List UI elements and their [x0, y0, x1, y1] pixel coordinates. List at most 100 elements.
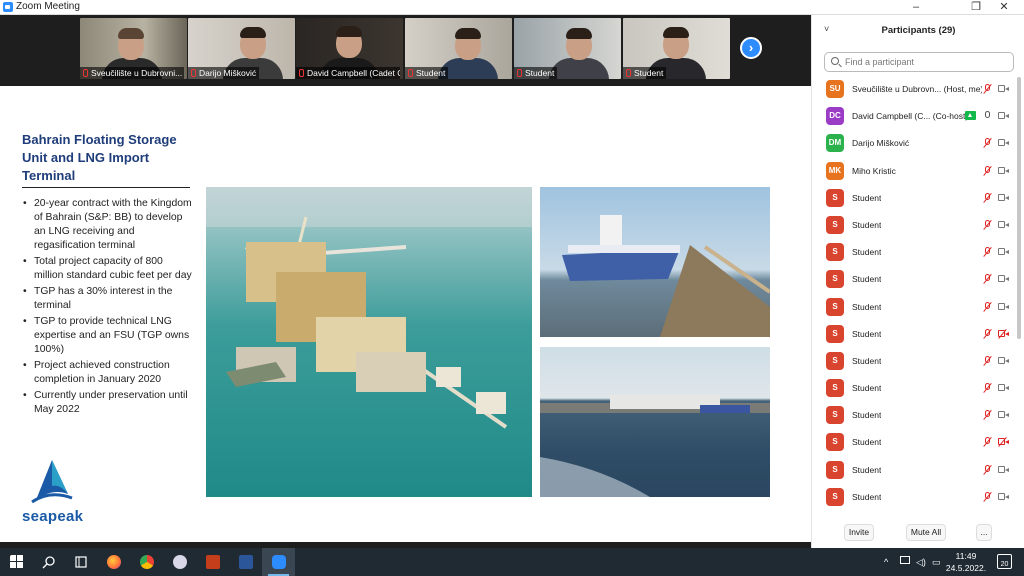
participant-row[interactable]: S Student [812, 240, 1015, 267]
muted-mic-icon[interactable] [983, 247, 992, 258]
participant-row[interactable]: S Student [812, 295, 1015, 322]
close-button[interactable]: ✕ [984, 0, 1024, 15]
powerpoint-taskbar-button[interactable] [196, 548, 229, 576]
zoom-icon [272, 555, 286, 569]
muted-mic-icon[interactable] [983, 328, 992, 339]
participant-row[interactable]: S Student [812, 458, 1015, 485]
tray-overflow-icon[interactable]: ^ [884, 557, 888, 567]
bullet-item: 20-year contract with the Kingdom of Bah… [22, 197, 192, 253]
video-camera-icon[interactable] [998, 275, 1009, 283]
video-camera-icon[interactable] [998, 166, 1009, 175]
muted-mic-icon[interactable] [983, 437, 992, 448]
mic-icon[interactable] [983, 111, 992, 121]
participant-row[interactable]: DC David Campbell (C... (Co-host) [812, 104, 1015, 131]
participant-avatar: S [826, 270, 844, 289]
participant-avatar: S [826, 215, 844, 234]
muted-mic-icon[interactable] [983, 355, 992, 366]
participant-name: Student [852, 491, 882, 502]
person-hair [566, 28, 592, 39]
video-tile[interactable]: Darijo Mišković [188, 18, 295, 79]
video-camera-icon[interactable] [998, 85, 1009, 93]
participant-row[interactable]: MK Miho Kristic [812, 159, 1015, 186]
video-tile[interactable]: Student [514, 18, 621, 79]
volume-icon[interactable]: ◁) [916, 557, 926, 568]
video-camera-icon[interactable] [998, 411, 1009, 419]
video-camera-icon[interactable] [998, 248, 1009, 256]
participant-row[interactable]: DM Darijo Mišković [812, 131, 1015, 158]
word-icon [239, 555, 253, 569]
muted-mic-icon[interactable] [983, 491, 992, 502]
video-off-icon[interactable] [998, 329, 1009, 338]
participant-row[interactable]: S Student [812, 485, 1015, 512]
participant-avatar: S [826, 324, 844, 343]
muted-mic-icon[interactable] [983, 301, 992, 312]
participant-row[interactable]: S Student [812, 322, 1015, 349]
participant-list: SU Sveučilište u Dubrovn... (Host, me) DC D… [812, 77, 1015, 512]
video-off-icon[interactable] [998, 438, 1009, 446]
mute-all-button[interactable]: Mute All [906, 524, 946, 541]
more-options-button[interactable]: ... [976, 524, 992, 541]
notifications-icon[interactable]: 20 [997, 554, 1012, 569]
start-button[interactable] [0, 548, 33, 576]
participant-row[interactable]: S Student [812, 349, 1015, 376]
video-camera-icon[interactable] [998, 112, 1009, 120]
participant-name: Sveučilište u Dubrovn... (Host, me) [852, 84, 982, 94]
video-tile[interactable]: Sveučilište u Dubrovni... [80, 18, 187, 79]
video-camera-icon[interactable] [998, 139, 1009, 147]
muted-mic-icon[interactable] [983, 138, 992, 149]
video-camera-icon[interactable] [998, 356, 1009, 365]
task-view-button[interactable] [64, 548, 97, 576]
muted-mic-icon[interactable] [983, 464, 992, 475]
keyboard-icon[interactable]: ▭ [932, 557, 941, 568]
video-tile[interactable]: David Campbell (Cadet Co... [296, 18, 403, 79]
participant-list-scrollbar[interactable] [1017, 77, 1021, 339]
muted-mic-icon[interactable] [983, 410, 992, 421]
participant-row[interactable]: S Student [812, 376, 1015, 403]
title-bar: Zoom Meeting – ❐ ✕ [0, 0, 1024, 15]
minimize-button[interactable]: – [896, 0, 936, 15]
firefox-taskbar-button[interactable] [97, 548, 130, 576]
muted-mic-icon[interactable] [983, 274, 992, 285]
invite-button[interactable]: Invite [844, 524, 874, 541]
app-taskbar-button[interactable] [163, 548, 196, 576]
shared-slide: Bahrain Floating Storage Unit and LNG Im… [0, 86, 811, 542]
participant-name: Student [852, 464, 882, 475]
system-clock[interactable]: 11:49 24.5.2022. [943, 550, 989, 574]
next-page-arrow-icon[interactable]: › [740, 37, 762, 59]
participant-row[interactable]: S Student [812, 430, 1015, 457]
video-camera-icon[interactable] [998, 492, 1009, 501]
video-strip: Sveučilište u Dubrovni... Darijo Miškovi… [0, 15, 811, 86]
chrome-icon [140, 555, 154, 569]
muted-mic-icon[interactable] [983, 84, 992, 94]
participant-avatar: S [826, 188, 844, 207]
muted-mic-icon[interactable] [983, 165, 992, 176]
search-taskbar-button[interactable] [32, 548, 65, 576]
tile-name: Darijo Mišković [199, 68, 257, 78]
terminal-drawing [206, 187, 532, 429]
participant-row[interactable]: S Student [812, 213, 1015, 240]
participant-name: Student [852, 301, 882, 312]
participant-row[interactable]: S Student [812, 186, 1015, 213]
search-icon [42, 556, 55, 569]
muted-mic-icon[interactable] [983, 219, 992, 230]
video-camera-icon[interactable] [998, 302, 1009, 311]
muted-mic-icon[interactable] [983, 192, 992, 203]
network-icon[interactable] [900, 556, 910, 564]
word-taskbar-button[interactable] [229, 548, 262, 576]
zoom-taskbar-button[interactable] [262, 548, 295, 576]
zoom-app-icon [3, 2, 13, 12]
tile-name-label: Sveučilište u Dubrovni... [80, 67, 184, 79]
participant-row[interactable]: SU Sveučilište u Dubrovn... (Host, me) [812, 77, 1015, 104]
video-camera-icon[interactable] [998, 465, 1009, 474]
participant-row[interactable]: S Student [812, 403, 1015, 430]
video-camera-icon[interactable] [998, 220, 1009, 229]
video-camera-icon[interactable] [998, 384, 1009, 392]
participants-panel: ˅ Participants (29) Find a participant S… [811, 15, 1024, 548]
participant-search-input[interactable]: Find a participant [824, 52, 1014, 72]
participant-row[interactable]: S Student [812, 267, 1015, 294]
muted-mic-icon[interactable] [983, 383, 992, 394]
video-tile[interactable]: Student [623, 18, 730, 79]
chrome-taskbar-button[interactable] [130, 548, 163, 576]
video-camera-icon[interactable] [998, 193, 1009, 202]
video-tile[interactable]: Student [405, 18, 512, 79]
